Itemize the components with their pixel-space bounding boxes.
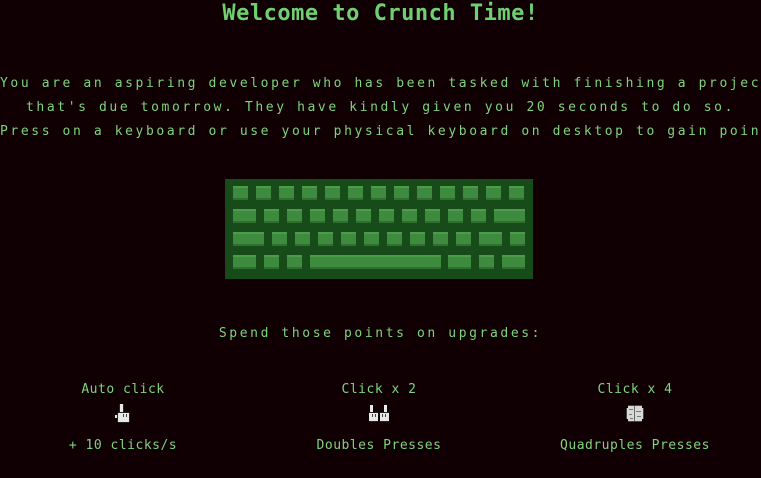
keyboard-key[interactable]	[310, 255, 441, 269]
keyboard-key[interactable]	[233, 255, 256, 269]
intro-line-1: You are an aspiring developer who has be…	[0, 76, 761, 91]
intro-line-2: that's due tomorrow. They have kindly gi…	[25, 100, 735, 115]
keyboard-key[interactable]	[318, 232, 333, 246]
keyboard-key[interactable]	[287, 255, 302, 269]
keyboard-key[interactable]	[295, 232, 310, 246]
intro-line-3: Press on a keyboard or use your physical…	[0, 124, 761, 139]
keyboard-key[interactable]	[410, 232, 425, 246]
keyboard-key[interactable]	[264, 255, 279, 269]
upgrade-auto-click[interactable]: Auto click + 10 clicks/s	[23, 380, 223, 456]
keyboard-key[interactable]	[486, 186, 501, 200]
upgrade-click-x4[interactable]: Click x 4 Quadruples Presses	[535, 380, 735, 456]
keyboard-key[interactable]	[364, 232, 379, 246]
keyboard-key[interactable]	[417, 186, 432, 200]
keyboard-key[interactable]	[310, 209, 325, 223]
keyboard-key[interactable]	[348, 186, 363, 200]
keyboard-key[interactable]	[509, 186, 524, 200]
keyboard-key[interactable]	[302, 186, 317, 200]
keyboard-key[interactable]	[479, 232, 502, 246]
keyboard-key[interactable]	[356, 209, 371, 223]
keyboard-key[interactable]	[279, 186, 294, 200]
intro-text: You are an aspiring developer who has be…	[0, 72, 761, 144]
keyboard-key[interactable]	[510, 232, 525, 246]
page-title: Welcome to Crunch Time!	[222, 1, 539, 26]
keyboard-key[interactable]	[233, 209, 256, 223]
keyboard-key[interactable]	[233, 232, 264, 246]
keyboard-key[interactable]	[256, 186, 271, 200]
upgrade-description: Quadruples Presses	[560, 438, 710, 453]
upgrade-name: Auto click	[81, 382, 165, 397]
keyboard-key[interactable]	[371, 186, 386, 200]
keyboard-key[interactable]	[479, 255, 494, 269]
keyboard-key[interactable]	[387, 232, 402, 246]
keyboard-key[interactable]	[233, 186, 248, 200]
keyboard-key[interactable]	[287, 209, 302, 223]
keyboard-button[interactable]	[225, 179, 533, 279]
keyboard-key[interactable]	[402, 209, 417, 223]
pointing-hand-icon	[115, 404, 130, 423]
upgrade-click-x2[interactable]: Click x 2 Doubles Presses	[279, 380, 479, 456]
keyboard-key[interactable]	[425, 209, 440, 223]
keyboard-key[interactable]	[325, 186, 340, 200]
upgrade-description: + 10 clicks/s	[68, 438, 178, 453]
keyboard-key[interactable]	[448, 255, 471, 269]
upgrade-name: Click x 2	[341, 382, 417, 397]
two-hands-icon	[369, 405, 389, 422]
keyboard-key[interactable]	[463, 186, 478, 200]
keyboard-key[interactable]	[502, 255, 525, 269]
upgrade-description: Doubles Presses	[316, 438, 442, 453]
keyboard-key[interactable]	[394, 186, 409, 200]
upgrade-name: Click x 4	[597, 382, 673, 397]
upgrades-heading: Spend those points on upgrades:	[218, 326, 543, 341]
keyboard-key[interactable]	[264, 209, 279, 223]
keyboard-key[interactable]	[456, 232, 471, 246]
keyboard-key[interactable]	[333, 209, 348, 223]
keyboard-key[interactable]	[440, 186, 455, 200]
keyboard-key[interactable]	[471, 209, 486, 223]
keyboard-key[interactable]	[448, 209, 463, 223]
keyboard-key[interactable]	[494, 209, 525, 223]
keyboard-key[interactable]	[341, 232, 356, 246]
keyboard-key[interactable]	[379, 209, 394, 223]
brain-icon	[626, 405, 644, 422]
keyboard-key[interactable]	[433, 232, 448, 246]
keyboard-key[interactable]	[272, 232, 287, 246]
